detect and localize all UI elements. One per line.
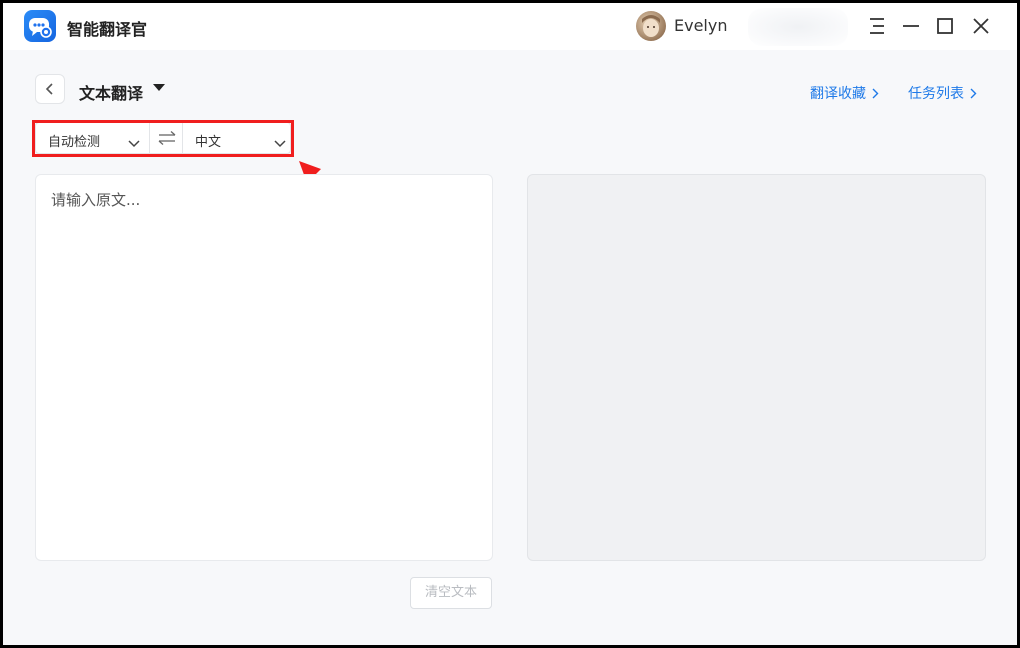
source-text-input[interactable] [36,175,492,560]
maximize-icon[interactable] [933,14,957,38]
close-icon[interactable] [969,14,993,38]
task-list-link[interactable]: 任务列表 [908,83,977,103]
redacted-area [748,8,848,46]
chevron-down-icon [274,133,286,152]
caret-down-icon[interactable] [153,84,165,91]
back-button[interactable] [35,74,65,104]
app-name: 智能翻译官 [67,20,148,39]
favorites-link[interactable]: 翻译收藏 [810,83,879,103]
menu-icon[interactable] [865,14,889,38]
app-window: 智能翻译官 Evelyn 文本翻译 翻译收藏 任务列表 自动检测 中文 请输入原… [3,3,1017,645]
page-title[interactable]: 文本翻译 [79,80,143,104]
swap-languages-button[interactable] [149,123,183,153]
translation-output-panel [527,174,986,561]
clear-text-button[interactable]: 清空文本 [410,577,492,609]
minimize-icon[interactable] [899,14,923,38]
chevron-right-icon [970,87,977,103]
app-logo-icon [24,10,56,42]
chevron-down-icon [128,133,140,152]
source-language-label: 自动检测 [48,135,101,150]
task-list-link-label: 任务列表 [908,86,964,102]
chevron-right-icon [872,87,879,103]
avatar[interactable] [636,11,666,41]
source-text-panel [35,174,493,561]
language-selector: 自动检测 中文 [35,122,291,154]
source-language-dropdown[interactable]: 自动检测 [36,123,149,153]
user-name[interactable]: Evelyn [674,16,727,35]
favorites-link-label: 翻译收藏 [810,86,866,102]
target-language-dropdown[interactable]: 中文 [183,123,290,153]
title-bar: 智能翻译官 Evelyn [3,3,1017,50]
target-language-label: 中文 [195,135,222,150]
